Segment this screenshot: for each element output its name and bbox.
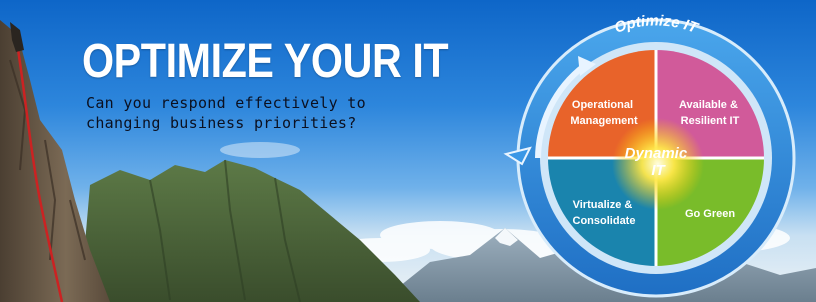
- center-label-line-2: IT: [651, 162, 666, 179]
- quadrant-label: Resilient IT: [681, 115, 740, 127]
- quadrant-label: Virtualize &: [573, 199, 633, 211]
- quadrant-label: Go Green: [685, 208, 735, 220]
- banner-subline: Can you respond effectively to changing …: [86, 93, 446, 133]
- subline-line-2: changing business priorities?: [86, 114, 357, 132]
- green-mountain: [80, 160, 420, 302]
- subline-line-1: Can you respond effectively to: [86, 94, 366, 112]
- optimize-it-banner[interactable]: OPTIMIZE YOUR IT Can you respond effecti…: [0, 0, 816, 302]
- quadrant-label: Available &: [679, 99, 738, 111]
- center-label-line-1: Dynamic: [625, 145, 688, 162]
- banner-headline: OPTIMIZE YOUR IT: [82, 35, 449, 88]
- svg-text:Go Green: Go Green: [685, 208, 735, 220]
- optimize-it-wheel[interactable]: Optimize IT Operational Management Avail…: [500, 8, 816, 302]
- quadrant-label: Management: [570, 115, 638, 127]
- quadrant-label: Consolidate: [573, 215, 636, 227]
- quadrant-label: Operational: [572, 99, 633, 111]
